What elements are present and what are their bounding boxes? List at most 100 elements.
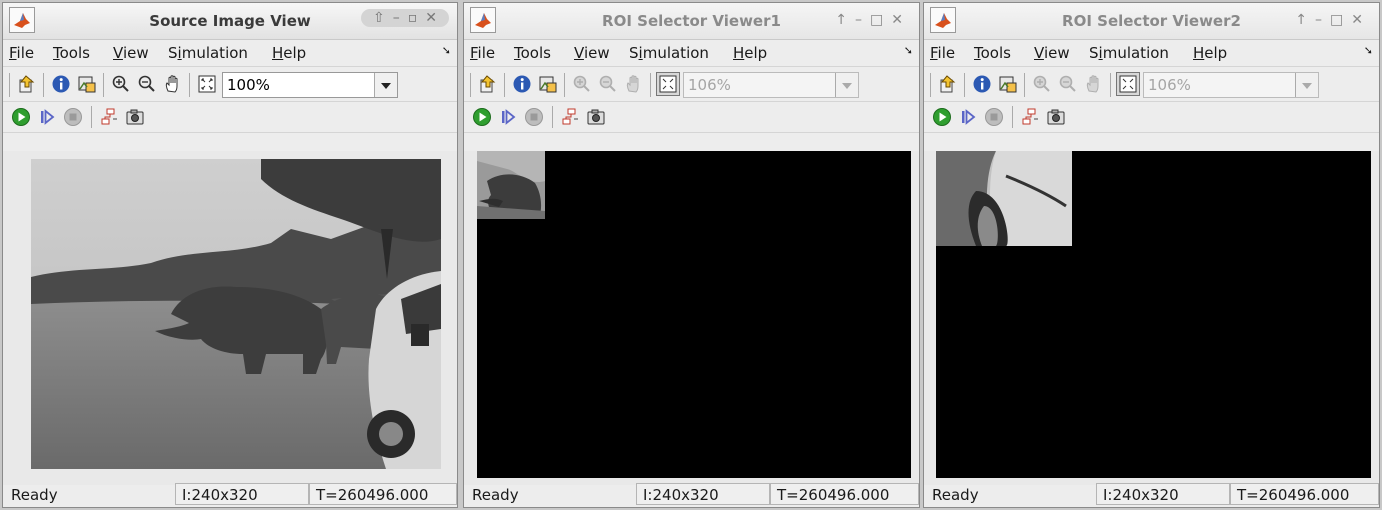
step-forward-icon[interactable] (37, 107, 57, 127)
pixel-region-icon[interactable] (998, 74, 1018, 94)
highlight-block-icon[interactable] (1020, 107, 1040, 127)
playback-toolbar (924, 101, 1379, 133)
menu-tools[interactable]: Tools (53, 44, 90, 62)
title-bar[interactable]: Source Image View ⇧–▫✕ (3, 3, 457, 40)
info-icon[interactable] (51, 74, 71, 94)
status-time: T=260496.000 (309, 483, 457, 505)
menu-tools[interactable]: Tools (514, 44, 551, 62)
zoom-level-value: 100% (227, 76, 270, 94)
zoom-level-value: 106% (688, 76, 731, 94)
status-ready: Ready (932, 486, 979, 504)
pan-icon[interactable] (1084, 74, 1104, 94)
play-icon[interactable] (11, 107, 31, 127)
pixel-region-icon[interactable] (77, 74, 97, 94)
playback-toolbar (464, 101, 919, 133)
stop-icon[interactable] (984, 107, 1004, 127)
menu-help[interactable]: Help (272, 44, 306, 62)
image-display-area[interactable] (924, 151, 1379, 485)
title-bar[interactable]: ROI Selector Viewer2 ↑–□✕ (924, 3, 1379, 40)
image-display-area[interactable] (3, 151, 457, 485)
snapshot-icon[interactable] (1046, 107, 1066, 127)
toolbar: 106% (464, 66, 919, 101)
toolbar: 106% (924, 66, 1379, 101)
export-icon[interactable] (478, 74, 498, 94)
chevron-down-icon[interactable] (374, 73, 397, 97)
menu-view[interactable]: View (1034, 44, 1070, 62)
toolbar: 100% (3, 66, 457, 101)
fit-to-window-icon[interactable] (656, 72, 680, 96)
status-ready: Ready (11, 486, 58, 504)
status-bar: Ready I:240x320 T=260496.000 (924, 483, 1379, 507)
image-display-area[interactable] (464, 151, 919, 485)
source-image-view-window: Source Image View ⇧–▫✕ File Tools View S… (2, 2, 458, 508)
play-icon[interactable] (932, 107, 952, 127)
rhino-head-crop-image (477, 151, 545, 219)
status-ready: Ready (472, 486, 519, 504)
status-bar: Ready I:240x320 T=260496.000 (464, 483, 919, 507)
status-bar: Ready I:240x320 T=260496.000 (3, 483, 457, 507)
playback-toolbar (3, 101, 457, 133)
step-forward-icon[interactable] (958, 107, 978, 127)
export-icon[interactable] (17, 74, 37, 94)
snapshot-icon[interactable] (125, 107, 145, 127)
chevron-down-icon[interactable] (835, 73, 858, 97)
info-icon[interactable] (972, 74, 992, 94)
menu-bar: File Tools View Simulation Help ➘ (464, 40, 919, 66)
status-time: T=260496.000 (770, 483, 919, 505)
pan-icon[interactable] (163, 74, 183, 94)
roi-selector-viewer2-window: ROI Selector Viewer2 ↑–□✕ File Tools Vie… (923, 2, 1380, 508)
car-door-crop-image (936, 151, 1072, 246)
menu-file[interactable]: File (470, 44, 495, 62)
menu-view[interactable]: View (574, 44, 610, 62)
zoom-level-select[interactable]: 100% (222, 72, 398, 98)
play-icon[interactable] (472, 107, 492, 127)
menu-bar: File Tools View Simulation Help ➘ (3, 40, 457, 66)
menu-overflow-icon[interactable]: ➘ (904, 44, 913, 57)
menu-overflow-icon[interactable]: ➘ (1364, 44, 1373, 57)
title-bar[interactable]: ROI Selector Viewer1 ↑–□✕ (464, 3, 919, 40)
zoom-level-select[interactable]: 106% (1143, 72, 1319, 98)
highlight-block-icon[interactable] (560, 107, 580, 127)
status-image-size: I:240x320 (175, 483, 309, 505)
zoom-in-icon[interactable] (1032, 74, 1052, 94)
zoom-in-icon[interactable] (111, 74, 131, 94)
menu-simulation[interactable]: Simulation (168, 44, 248, 62)
roi-canvas[interactable] (477, 151, 911, 478)
menu-tools[interactable]: Tools (974, 44, 1011, 62)
menu-simulation[interactable]: Simulation (1089, 44, 1169, 62)
zoom-level-value: 106% (1148, 76, 1191, 94)
zoom-out-icon[interactable] (598, 74, 618, 94)
menu-bar: File Tools View Simulation Help ➘ (924, 40, 1379, 66)
status-image-size: I:240x320 (1096, 483, 1230, 505)
menu-simulation[interactable]: Simulation (629, 44, 709, 62)
fit-to-window-icon[interactable] (1116, 72, 1140, 96)
menu-view[interactable]: View (113, 44, 149, 62)
roi-canvas[interactable] (936, 151, 1371, 478)
pixel-region-icon[interactable] (538, 74, 558, 94)
export-icon[interactable] (938, 74, 958, 94)
step-forward-icon[interactable] (498, 107, 518, 127)
menu-file[interactable]: File (930, 44, 955, 62)
stop-icon[interactable] (524, 107, 544, 127)
rhino-on-road-image (31, 159, 441, 469)
info-icon[interactable] (512, 74, 532, 94)
menu-overflow-icon[interactable]: ➘ (442, 44, 451, 57)
menu-file[interactable]: File (9, 44, 34, 62)
window-controls[interactable]: ↑–□✕ (1295, 12, 1371, 28)
zoom-out-icon[interactable] (1058, 74, 1078, 94)
window-controls[interactable]: ⇧–▫✕ (361, 9, 449, 27)
snapshot-icon[interactable] (586, 107, 606, 127)
highlight-block-icon[interactable] (99, 107, 119, 127)
roi-selector-viewer1-window: ROI Selector Viewer1 ↑–□✕ File Tools Vie… (463, 2, 920, 508)
fit-to-window-icon[interactable] (197, 74, 217, 94)
zoom-out-icon[interactable] (137, 74, 157, 94)
zoom-level-select[interactable]: 106% (683, 72, 859, 98)
status-time: T=260496.000 (1230, 483, 1379, 505)
zoom-in-icon[interactable] (572, 74, 592, 94)
stop-icon[interactable] (63, 107, 83, 127)
menu-help[interactable]: Help (733, 44, 767, 62)
window-controls[interactable]: ↑–□✕ (835, 12, 911, 28)
pan-icon[interactable] (624, 74, 644, 94)
chevron-down-icon[interactable] (1295, 73, 1318, 97)
menu-help[interactable]: Help (1193, 44, 1227, 62)
